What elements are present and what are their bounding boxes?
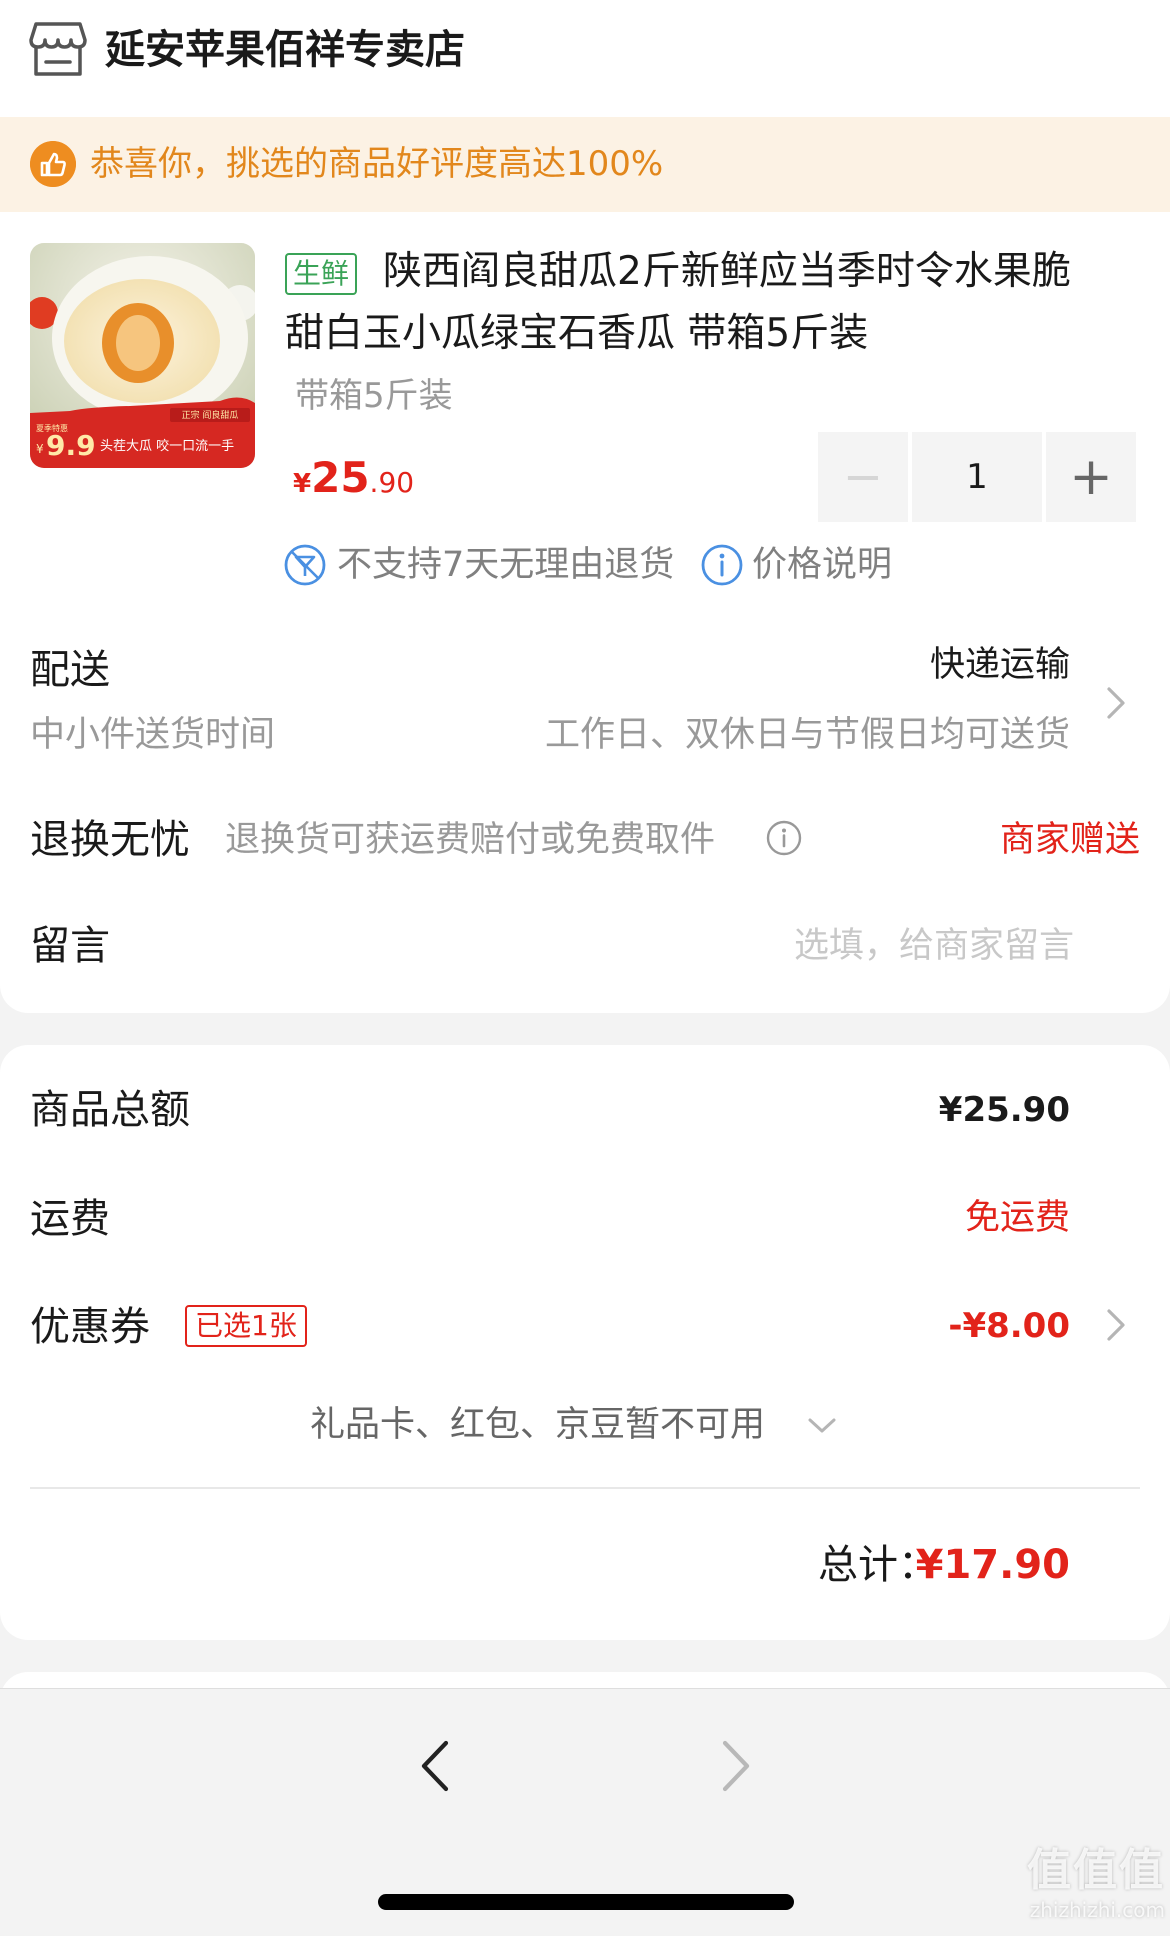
image-slogan: 头茬大瓜 咬一口流一手 [100,438,234,454]
watermark: 值值值 zhizhizhi.com [1020,1845,1165,1930]
image-top-label: 正宗 阎良甜瓜 [182,409,239,421]
product-spec: 带箱5斤装 [295,376,453,416]
gift-card-note[interactable]: 礼品卡、红包、京豆暂不可用 [310,1400,765,1450]
coupon-label[interactable]: 优惠券 [30,1299,150,1355]
price-integer: 25 [311,453,370,502]
chevron-right-icon[interactable] [1103,683,1129,723]
delivery-label: 配送 [30,647,110,693]
coupon-badge[interactable]: 已选1张 [185,1305,307,1347]
praise-text: 恭喜你，挑选的商品好评度高达100% [90,144,664,184]
back-arrow-icon[interactable] [412,1737,458,1795]
thumbs-up-icon [30,141,76,187]
delivery-sub-label: 中小件送货时间 [30,715,276,755]
watermark-logo: 值值值 [1027,1845,1165,1896]
goods-total-label: 商品总额 [30,1087,190,1133]
divider [30,1487,1140,1489]
browser-nav-bar [0,1688,1170,1936]
increase-button[interactable]: + [1046,432,1136,522]
fresh-tag: 生鲜 [285,253,358,295]
quantity-stepper: − 1 + [818,432,1136,522]
store-name[interactable]: 延安苹果佰祥专卖店 [105,22,465,78]
return-label: 退换无忧 [30,817,190,863]
info-icon[interactable] [700,543,744,587]
return-gift: 商家赠送 [999,820,1140,860]
delivery-time[interactable]: 工作日、双休日与节假日均可送货 [545,710,1070,760]
price-note-link[interactable]: 价格说明 [752,540,892,590]
chevron-right-icon[interactable] [1103,1305,1129,1345]
price-decimal: .90 [369,466,415,499]
shipping-value: 免运费 [964,1198,1070,1238]
shipping-label: 运费 [30,1196,110,1242]
goods-total-value: ¥25.90 [938,1090,1070,1130]
product-title-line2[interactable]: 甜白玉小瓜绿宝石香瓜 带箱5斤装 [285,305,868,363]
product-image[interactable]: 正宗 阎良甜瓜 夏季特惠 ¥ 9.9 头茬大瓜 咬一口流一手 [30,243,255,468]
no-return-icon [284,544,326,586]
message-label: 留言 [30,923,110,969]
image-price-label: 9.9 [46,429,96,462]
return-desc: 退换货可获运费赔付或免费取件 [225,820,716,860]
store-icon [29,22,87,76]
forward-arrow-icon[interactable] [713,1737,759,1795]
coupon-value[interactable]: -¥8.00 [948,1301,1070,1351]
delivery-method[interactable]: 快递运输 [930,640,1070,690]
decrease-button[interactable]: − [818,432,908,522]
quantity-value[interactable]: 1 [912,432,1042,522]
home-indicator[interactable] [378,1894,794,1910]
product-price: ¥25.90 [293,450,414,515]
message-input[interactable] [600,918,1074,974]
watermark-url: zhizhizhi.com [1029,1898,1165,1922]
melon-illustration: 正宗 阎良甜瓜 夏季特惠 ¥ 9.9 头茬大瓜 咬一口流一手 [30,243,255,468]
no-return-text: 不支持7天无理由退货 [337,545,675,585]
total-value: ¥17.90 [915,1542,1070,1588]
product-title-line1[interactable]: 陕西阎良甜瓜2斤新鲜应当季时令水果脆 [383,243,1071,301]
info-icon[interactable] [765,819,803,857]
image-price-prefix: ¥ [36,442,44,456]
chevron-down-icon[interactable] [805,1415,839,1437]
price-symbol: ¥ [293,469,312,499]
